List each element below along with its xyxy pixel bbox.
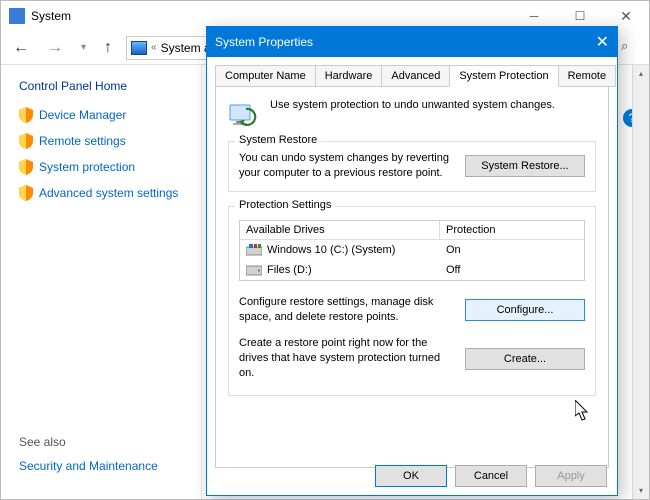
tab-computer-name[interactable]: Computer Name [215,65,316,87]
sidebar-item-advanced-settings[interactable]: Advanced system settings [19,185,195,201]
scroll-down-icon[interactable]: ▾ [633,482,649,499]
tab-strip: Computer Name Hardware Advanced System P… [215,65,609,87]
drive-status: Off [440,262,584,278]
restore-description: You can undo system changes by reverting… [239,151,455,181]
drive-name: Windows 10 (C:) (System) [267,244,395,256]
dialog-close-button[interactable]: ✕ [579,32,609,52]
dialog-title: System Properties [215,35,579,49]
tab-advanced[interactable]: Advanced [381,65,450,87]
sidebar-item-label: Device Manager [39,108,126,122]
nav-forward-icon[interactable]: → [43,39,67,57]
shield-icon [19,185,33,201]
search-icon[interactable]: ⌕ [621,38,641,58]
drives-table[interactable]: Available Drives Protection Windows 10 (… [239,220,585,281]
see-also-link[interactable]: Security and Maintenance [19,459,158,473]
system-protection-icon [228,99,260,131]
nav-up-icon[interactable]: ↑ [100,39,116,57]
intro-text: Use system protection to undo unwanted s… [270,99,555,111]
sidebar-item-label: Advanced system settings [39,186,178,200]
system-properties-dialog: System Properties ✕ Computer Name Hardwa… [206,26,618,496]
sidebar-item-label: Remote settings [39,134,126,148]
apply-button[interactable]: Apply [535,465,607,487]
shield-icon [19,159,33,175]
sidebar-item-system-protection[interactable]: System protection [19,159,195,175]
create-description: Create a restore point right now for the… [239,336,455,381]
drive-icon [246,244,262,256]
configure-button[interactable]: Configure... [465,299,585,321]
drive-status: On [440,242,584,258]
group-legend: System Restore [235,134,321,146]
drive-name: Files (D:) [267,264,312,276]
table-row[interactable]: Files (D:) Off [240,260,584,280]
sidebar-header[interactable]: Control Panel Home [19,79,195,93]
sidebar-item-label: System protection [39,160,135,174]
tab-remote[interactable]: Remote [558,65,617,87]
table-row[interactable]: Windows 10 (C:) (System) On [240,240,584,260]
system-restore-button[interactable]: System Restore... [465,155,585,177]
see-also-label: See also [19,435,66,449]
main-title: System [31,9,511,23]
nav-back-icon[interactable]: ← [9,39,33,57]
tab-system-protection[interactable]: System Protection [449,65,558,87]
system-icon [9,8,25,24]
ok-button[interactable]: OK [375,465,447,487]
sidebar: Control Panel Home Device Manager Remote… [1,65,201,499]
scroll-up-icon[interactable]: ▴ [633,65,649,82]
configure-description: Configure restore settings, manage disk … [239,295,455,325]
tab-panel: Use system protection to undo unwanted s… [215,86,609,468]
scrollbar[interactable]: ▴ ▾ [632,65,649,499]
col-header-protection: Protection [440,221,584,240]
drive-icon [246,264,262,276]
protection-settings-group: Protection Settings Available Drives Pro… [228,206,596,396]
shield-icon [19,133,33,149]
tab-hardware[interactable]: Hardware [315,65,383,87]
col-header-drives: Available Drives [240,221,440,240]
dialog-titlebar: System Properties ✕ [207,27,617,57]
monitor-icon [131,41,147,55]
group-legend: Protection Settings [235,199,335,211]
system-restore-group: System Restore You can undo system chang… [228,141,596,192]
create-button[interactable]: Create... [465,348,585,370]
nav-dropdown-icon[interactable]: ▾ [77,42,90,53]
sidebar-item-remote-settings[interactable]: Remote settings [19,133,195,149]
cancel-button[interactable]: Cancel [455,465,527,487]
sidebar-item-device-manager[interactable]: Device Manager [19,107,195,123]
shield-icon [19,107,33,123]
